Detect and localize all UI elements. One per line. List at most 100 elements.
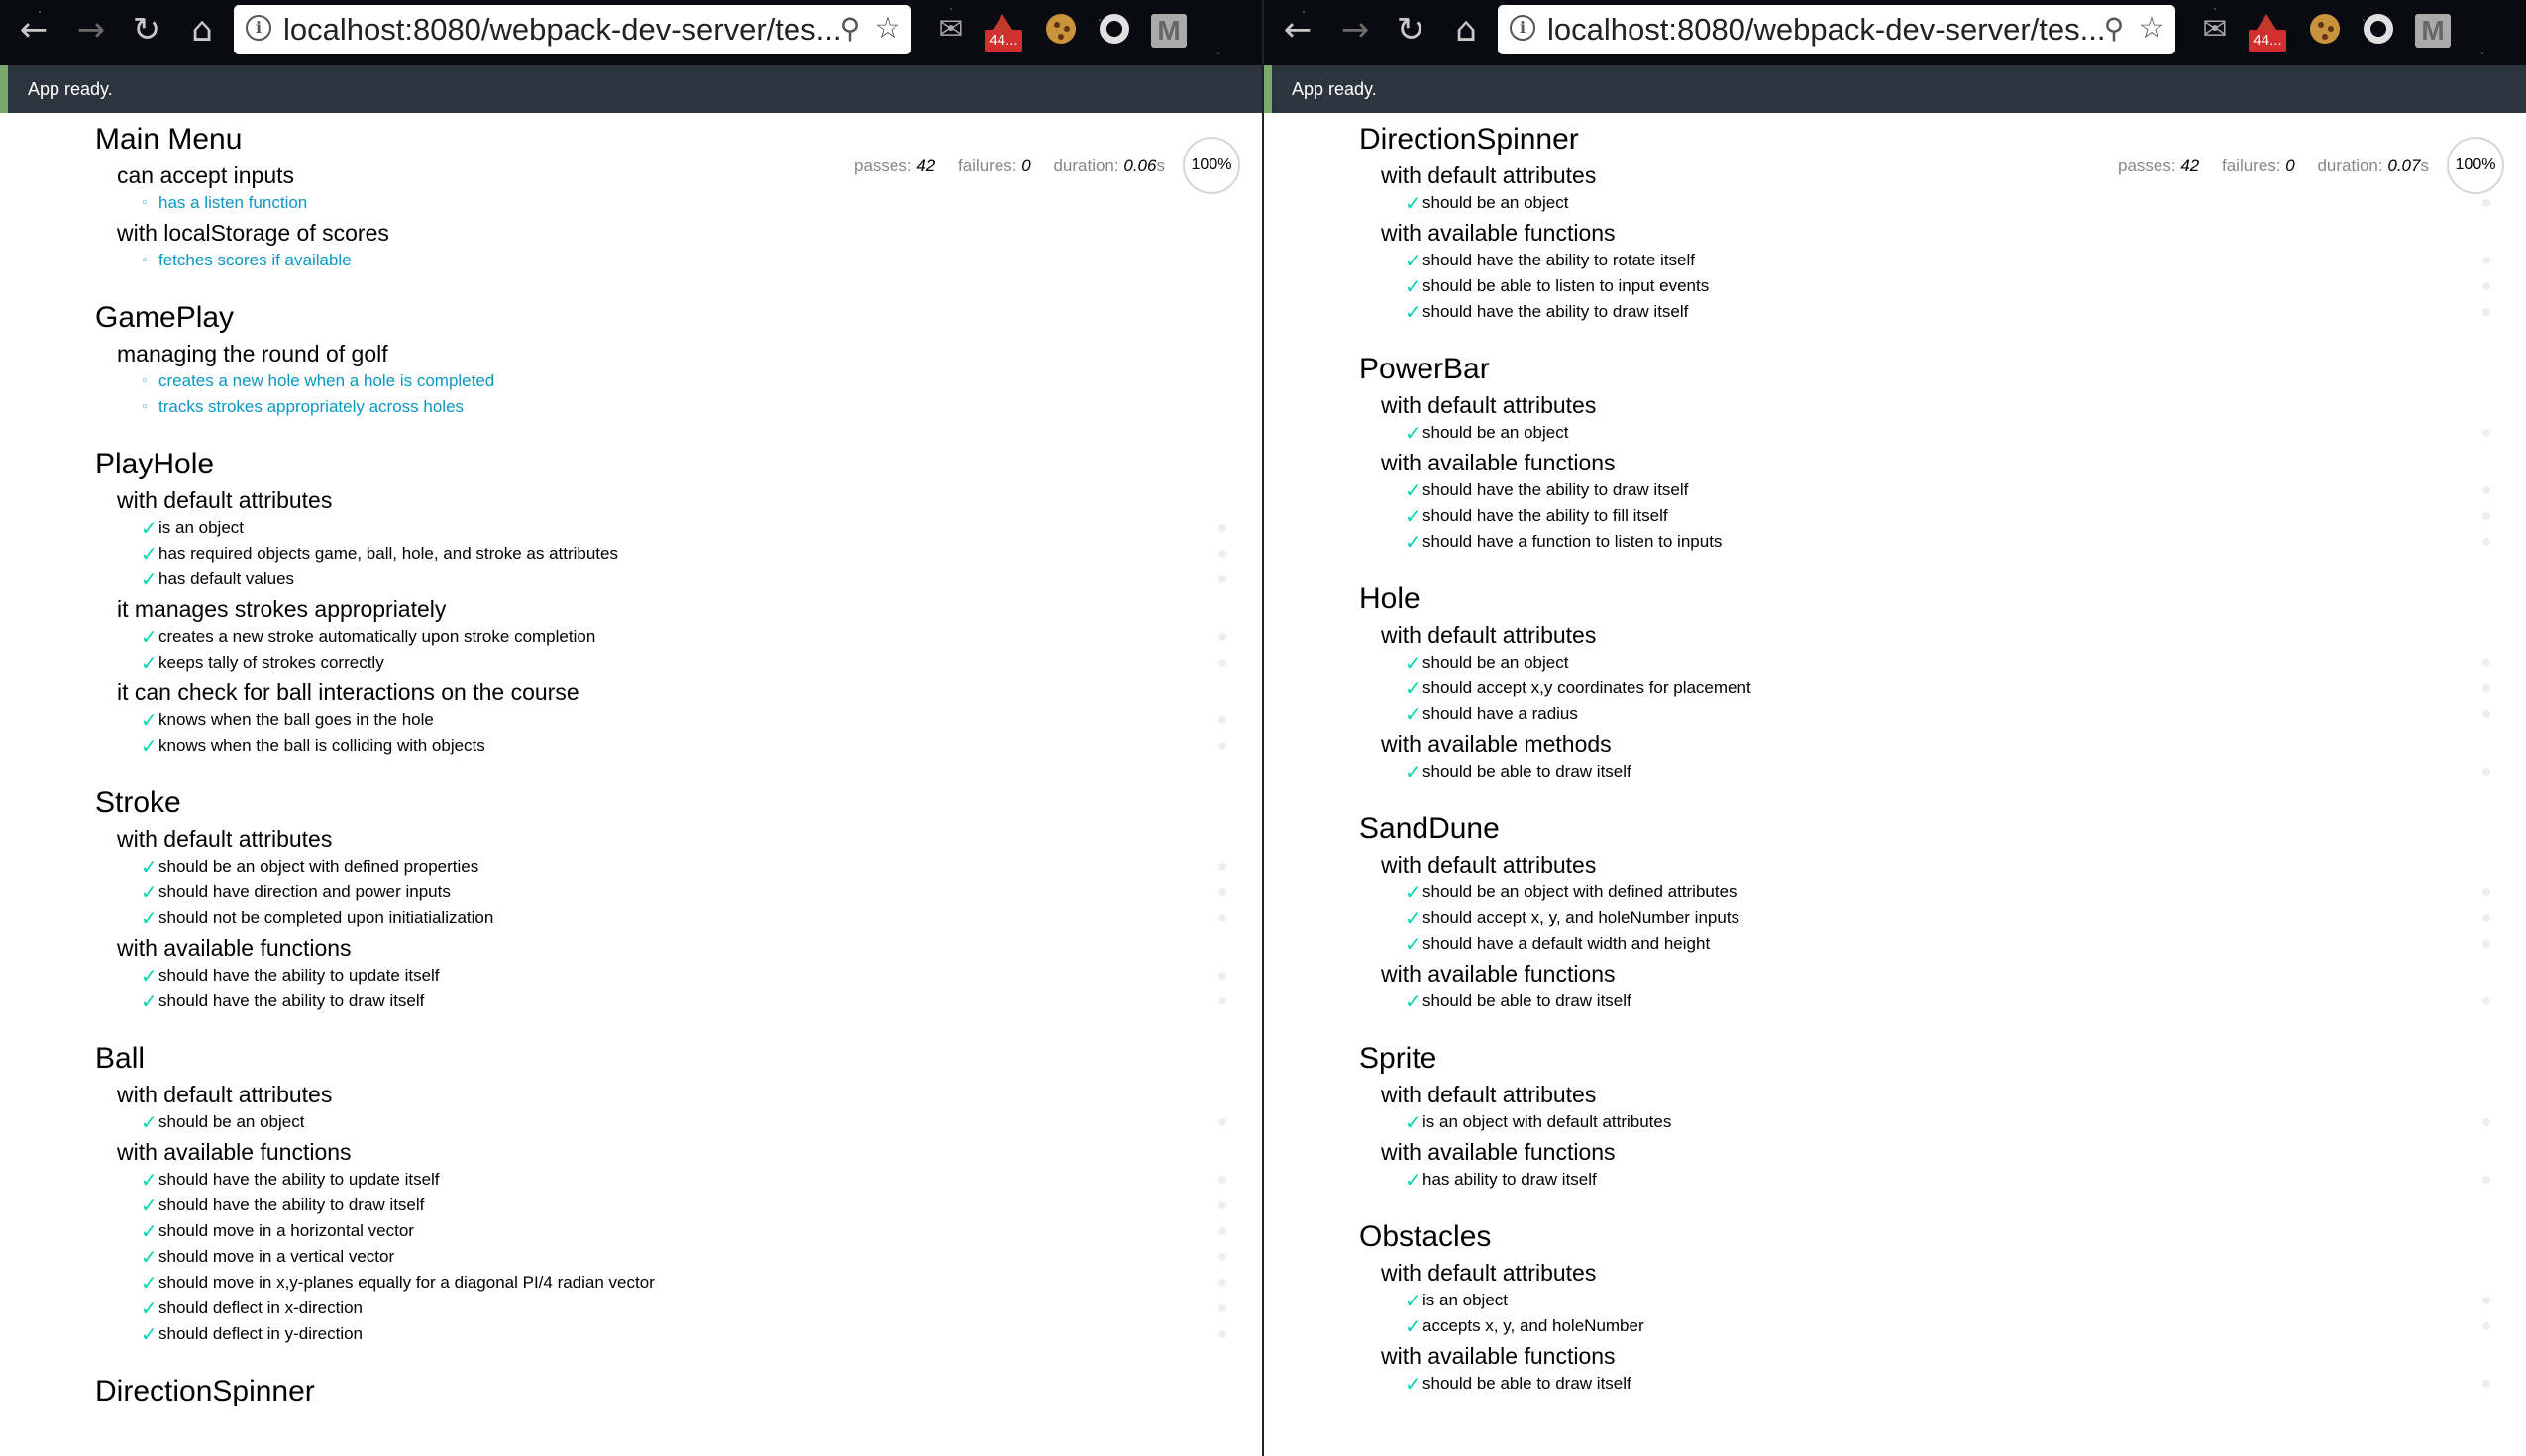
replay-icon[interactable] [1218,716,1226,724]
test-title[interactable]: fetches scores if available [158,251,352,269]
sub-suite-title[interactable]: with default attributes [117,485,1205,515]
home-icon[interactable]: ⌂ [182,10,222,50]
replay-icon[interactable] [1218,914,1226,922]
replay-icon[interactable] [2482,1118,2490,1126]
suite-title[interactable]: DirectionSpinner [1359,121,2469,158]
replay-icon[interactable] [1218,1253,1226,1261]
replay-icon[interactable] [2482,199,2490,207]
test-title[interactable]: should have the ability to draw itself [158,1196,424,1214]
test-pass[interactable]: ✓ should deflect in x-direction [141,1296,1226,1321]
sub-suite-title[interactable]: it manages strokes appropriately [117,594,1205,624]
forward-icon[interactable]: → [71,10,111,50]
test-pending[interactable]: ◦ fetches scores if available [141,248,1205,273]
test-title[interactable]: creates a new stroke automatically upon … [158,627,595,646]
test-pass[interactable]: ✓ should accept x, y, and holeNumber inpu… [1405,905,2490,931]
sub-suite-title[interactable]: with available functions [1381,1137,2469,1167]
replay-icon[interactable] [1218,1304,1226,1312]
test-title[interactable]: should be an object [1422,423,1568,442]
sub-suite-title[interactable]: with default attributes [1381,850,2469,880]
test-title[interactable]: should be able to draw itself [1422,762,1631,780]
test-pass[interactable]: ✓ should have the ability to update itsel… [141,1167,1226,1193]
replay-icon[interactable] [2482,282,2490,290]
replay-icon[interactable] [2482,684,2490,692]
test-title[interactable]: is an object with default attributes [1422,1112,1671,1131]
test-title[interactable]: should have a function to listen to inpu… [1422,532,1722,551]
replay-icon[interactable] [2482,997,2490,1005]
test-pass[interactable]: ✓ has ability to draw itself [1405,1167,2490,1193]
test-pass[interactable]: ✓ should be an object [1405,190,2490,216]
sub-suite-title[interactable]: with default attributes [1381,1080,2469,1109]
test-title[interactable]: should not be completed upon initiatiali… [158,908,493,927]
suite-title[interactable]: Sprite [1359,1040,2469,1078]
test-pending[interactable]: ◦ has a listen function [141,190,1205,216]
test-title[interactable]: should be an object [1422,193,1568,212]
replay-icon[interactable] [2482,512,2490,520]
back-icon[interactable]: ← [14,10,53,50]
ring-icon[interactable] [2360,10,2399,50]
replay-icon[interactable] [2482,914,2490,922]
test-pass[interactable]: ✓ should move in a horizontal vector [141,1218,1226,1244]
test-pass[interactable]: ✓ should have the ability to rotate itsel… [1405,248,2490,273]
sub-suite-title[interactable]: with default attributes [1381,1258,2469,1288]
test-pass[interactable]: ✓ has default values [141,567,1226,592]
test-title[interactable]: knows when the ball is colliding with ob… [158,736,485,755]
sub-suite-title[interactable]: with available functions [1381,448,2469,477]
test-title[interactable]: tracks strokes appropriately across hole… [158,397,464,416]
test-pass[interactable]: ✓ should deflect in y-direction [141,1321,1226,1347]
test-title[interactable]: should be an object with defined propert… [158,857,478,876]
test-title[interactable]: should be able to draw itself [1422,991,1631,1010]
replay-icon[interactable] [2482,1176,2490,1184]
test-pass[interactable]: ✓ should be an object with defined attrib… [1405,880,2490,905]
m-extension-icon[interactable]: M [2415,14,2451,48]
address-bar[interactable]: i localhost:8080/webpack-dev-server/tes.… [234,5,911,54]
test-pass[interactable]: ✓ should be able to draw itself [1405,1371,2490,1397]
test-pass[interactable]: ✓ knows when the ball is colliding with o… [141,733,1226,759]
sub-suite-title[interactable]: with available functions [1381,1341,2469,1371]
test-title[interactable]: should accept x, y, and holeNumber input… [1422,908,1739,927]
test-title[interactable]: should be able to draw itself [1422,1374,1631,1393]
test-title[interactable]: should have a radius [1422,704,1578,723]
replay-icon[interactable] [2482,768,2490,776]
test-pass[interactable]: ✓ should have the ability to draw itself [1405,299,2490,325]
sub-suite-title[interactable]: with default attributes [1381,160,2469,190]
replay-icon[interactable] [1218,633,1226,641]
test-pending[interactable]: ◦ creates a new hole when a hole is compl… [141,368,1205,394]
suite-title[interactable]: Hole [1359,580,2469,618]
replay-icon[interactable] [1218,524,1226,532]
test-title[interactable]: accepts x, y, and holeNumber [1422,1316,1644,1335]
test-pass[interactable]: ✓ should be able to listen to input event… [1405,273,2490,299]
replay-icon[interactable] [2482,1297,2490,1304]
replay-icon[interactable] [2482,1380,2490,1388]
suite-title[interactable]: GamePlay [95,299,1205,337]
replay-icon[interactable] [1218,659,1226,667]
test-pass[interactable]: ✓ keeps tally of strokes correctly [141,650,1226,676]
home-icon[interactable]: ⌂ [1446,10,1486,50]
sub-suite-title[interactable]: with available methods [1381,729,2469,759]
suite-title[interactable]: Obstacles [1359,1218,2469,1256]
test-title[interactable]: should have a default width and height [1422,934,1710,953]
test-pass[interactable]: ✓ should be an object [1405,650,2490,676]
test-title[interactable]: should deflect in y-direction [158,1324,363,1343]
replay-icon[interactable] [2482,940,2490,948]
zoom-icon[interactable]: ⚲ [834,13,866,45]
suite-title[interactable]: Main Menu [95,121,1205,158]
replay-icon[interactable] [2482,710,2490,718]
sub-suite-title[interactable]: with available functions [1381,959,2469,988]
test-title[interactable]: has a listen function [158,193,307,212]
replay-icon[interactable] [1218,1330,1226,1338]
url-text[interactable]: localhost:8080/webpack-dev-server/tes... [283,5,841,54]
test-title[interactable]: has required objects game, ball, hole, a… [158,544,618,563]
replay-icon[interactable] [2482,538,2490,546]
cookie-icon[interactable] [1042,10,1082,50]
test-pass[interactable]: ✓ should be an object [141,1109,1226,1135]
forward-icon[interactable]: → [1335,10,1375,50]
replay-icon[interactable] [1218,1201,1226,1209]
reload-icon[interactable]: ↻ [1391,10,1430,50]
test-title[interactable]: should accept x,y coordinates for placem… [1422,678,1751,697]
test-pending[interactable]: ◦ tracks strokes appropriately across hol… [141,394,1205,420]
test-title[interactable]: should move in x,y-planes equally for a … [158,1273,655,1292]
test-title[interactable]: should have the ability to draw itself [158,991,424,1010]
test-pass[interactable]: ✓ creates a new stroke automatically upon… [141,624,1226,650]
suite-title[interactable]: DirectionSpinner [95,1373,1205,1410]
test-title[interactable]: should be an object with defined attribu… [1422,883,1737,901]
